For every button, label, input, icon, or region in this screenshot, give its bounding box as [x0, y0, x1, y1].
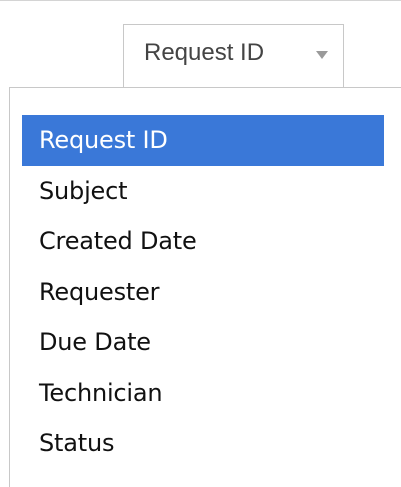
option-requester[interactable]: Requester — [22, 267, 384, 318]
sort-field-select[interactable]: Request ID — [123, 24, 344, 88]
chevron-down-icon[interactable] — [316, 51, 328, 59]
option-subject[interactable]: Subject — [22, 166, 384, 217]
option-list: Request ID Subject Created Date Requeste… — [22, 115, 384, 469]
divider — [0, 0, 401, 1]
selected-value: Request ID — [144, 39, 265, 66]
option-created-date[interactable]: Created Date — [22, 216, 384, 267]
option-status[interactable]: Status — [22, 418, 384, 469]
option-due-date[interactable]: Due Date — [22, 317, 384, 368]
screen: Request ID Request ID Subject Created Da… — [0, 0, 401, 487]
dropdown-menu: Request ID Subject Created Date Requeste… — [9, 87, 401, 487]
option-request-id[interactable]: Request ID — [22, 115, 384, 166]
option-technician[interactable]: Technician — [22, 368, 384, 419]
